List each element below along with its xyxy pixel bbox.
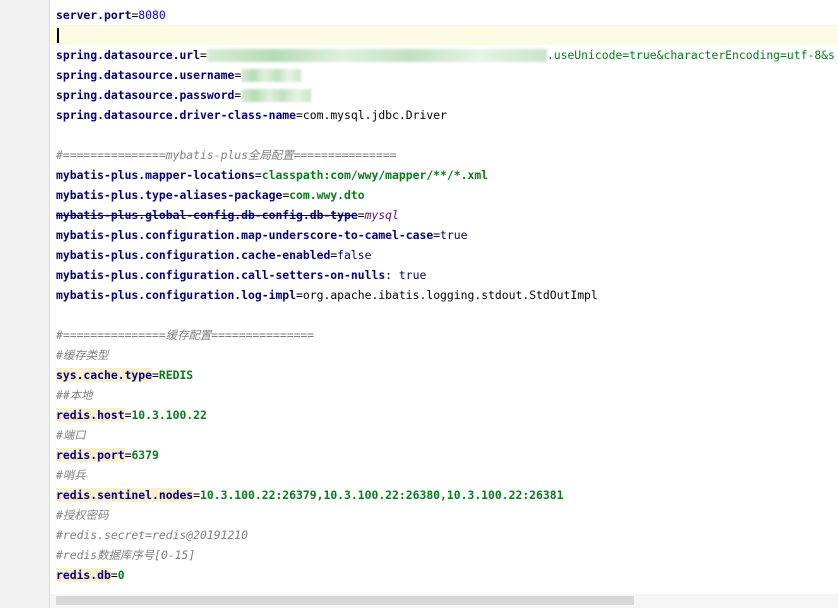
property-value: com.mysql.jdbc.Driver — [302, 108, 447, 122]
code-line[interactable]: 1 server.port=8080 — [50, 5, 838, 25]
code-line[interactable]: 19 sys.cache.type=REDIS — [50, 365, 838, 385]
code-line[interactable]: 17 #===============缓存配置=============== — [50, 325, 838, 345]
comment: #缓存类型 — [56, 348, 109, 362]
redacted-value — [241, 69, 302, 82]
property-value: 8080 — [138, 8, 166, 22]
code-line[interactable]: 23 redis.port=6379 — [50, 445, 838, 465]
code-line[interactable]: 12 mybatis-plus.configuration.map-unders… — [50, 225, 838, 245]
code-line[interactable]: 14 mybatis-plus.configuration.call-sette… — [50, 265, 838, 285]
property-key: mybatis-plus.type-aliases-package — [56, 188, 283, 202]
property-key-deprecated: mybatis-plus.global-config.db-config.db-… — [56, 208, 358, 222]
property-key: mybatis-plus.configuration.call-setters-… — [56, 268, 386, 282]
code-line[interactable]: 8 #===============mybatis-plus全局配置======… — [50, 145, 838, 165]
code-line[interactable]: 21 redis.host=10.3.100.22 — [50, 405, 838, 425]
separator: = — [110, 568, 118, 582]
separator: = — [200, 48, 207, 62]
code-line[interactable]: 13 mybatis-plus.configuration.cache-enab… — [50, 245, 838, 265]
separator: = — [296, 288, 303, 302]
property-value: 10.3.100.22 — [131, 408, 207, 422]
property-value: classpath:com/wwy/mapper/**/*.xml — [261, 168, 489, 182]
code-line[interactable]: 6 spring.datasource.driver-class-name=co… — [50, 105, 838, 125]
property-value: .useUnicode=true&characterEncoding=utf-8… — [546, 48, 835, 62]
separator: : — [385, 268, 399, 282]
comment: #端口 — [56, 428, 86, 442]
code-line[interactable]: 16 — [50, 305, 838, 325]
separator: = — [254, 168, 262, 182]
property-value: true — [440, 228, 468, 242]
separator: = — [357, 208, 365, 222]
code-line[interactable]: 10 mybatis-plus.type-aliases-package=com… — [50, 185, 838, 205]
separator: = — [193, 488, 201, 502]
property-value: 10.3.100.22:26379,10.3.100.22:26380,10.3… — [200, 488, 564, 502]
code-line[interactable]: 28 #redis数据库序号[0-15] — [50, 545, 838, 565]
code-line[interactable]: 4 spring.datasource.username= — [50, 65, 838, 85]
property-key: redis.db — [56, 568, 111, 582]
property-key: redis.port — [56, 448, 125, 462]
code-line[interactable]: 7 — [50, 125, 838, 145]
property-key: spring.datasource.driver-class-name — [56, 108, 297, 122]
code-line-current[interactable]: 2 — [50, 25, 838, 45]
property-key: spring.datasource.url — [56, 48, 201, 62]
redacted-value — [241, 89, 312, 102]
code-line[interactable]: 26 #授权密码 — [50, 505, 838, 525]
property-key: sys.cache.type — [56, 368, 153, 382]
redacted-value — [206, 49, 547, 62]
code-line[interactable]: 11 mybatis-plus.global-config.db-config.… — [50, 205, 838, 225]
property-key: mybatis-plus.mapper-locations — [56, 168, 255, 182]
text-caret — [57, 28, 59, 43]
property-key: mybatis-plus.configuration.map-underscor… — [56, 228, 434, 242]
property-value: REDIS — [158, 368, 194, 382]
property-value: true — [398, 268, 427, 282]
property-key: server.port — [56, 8, 132, 22]
code-line[interactable]: 30 — [50, 585, 838, 594]
code-line[interactable]: 25 redis.sentinel.nodes=10.3.100.22:2637… — [50, 485, 838, 505]
property-value: 6379 — [131, 448, 159, 462]
horizontal-scrollbar[interactable] — [50, 594, 838, 608]
code-line[interactable]: 24 #哨兵 — [50, 465, 838, 485]
comment: #哨兵 — [56, 468, 86, 482]
property-key: redis.sentinel.nodes — [56, 488, 194, 502]
property-key: spring.datasource.password — [56, 88, 235, 102]
property-value: mysql — [364, 208, 399, 222]
comment: #===============mybatis-plus全局配置========… — [56, 148, 397, 162]
code-line[interactable]: 20 ##本地 — [50, 385, 838, 405]
property-key: mybatis-plus.configuration.cache-enabled — [56, 248, 331, 262]
comment: #===============缓存配置=============== — [56, 328, 315, 342]
code-line[interactable]: 9 mybatis-plus.mapper-locations=classpat… — [50, 165, 838, 185]
comment: #redis数据库序号[0-15] — [56, 548, 196, 562]
code-line[interactable]: 27 #redis.secret=redis@20191210 — [50, 525, 838, 545]
comment: ##本地 — [56, 388, 93, 402]
horizontal-scrollbar-thumb[interactable] — [56, 596, 634, 605]
separator: = — [234, 88, 242, 102]
code-editor[interactable]: 1 server.port=8080 2 3 spring.datasource… — [50, 0, 838, 594]
code-line[interactable]: 5 spring.datasource.password= — [50, 85, 838, 105]
code-line[interactable]: 15 mybatis-plus.configuration.log-impl=o… — [50, 285, 838, 305]
property-key: mybatis-plus.configuration.log-impl — [56, 288, 297, 302]
code-line[interactable]: 18 #缓存类型 — [50, 345, 838, 365]
separator: = — [152, 368, 159, 382]
code-line[interactable]: 29 redis.db=0 — [50, 565, 838, 585]
property-key: spring.datasource.username — [56, 68, 235, 82]
property-key: redis.host — [56, 408, 125, 422]
property-value: false — [337, 248, 372, 262]
separator: = — [296, 108, 303, 122]
separator: = — [234, 68, 242, 82]
code-line[interactable]: 22 #端口 — [50, 425, 838, 445]
property-value: 0 — [117, 568, 125, 582]
property-value: org.apache.ibatis.logging.stdout.StdOutI… — [302, 288, 598, 302]
comment: #redis.secret=redis@20191210 — [56, 528, 249, 542]
code-line[interactable]: 3 spring.datasource.url=.useUnicode=true… — [50, 45, 838, 65]
property-value: com.wwy.dto — [289, 188, 365, 202]
line-number-gutter — [0, 0, 50, 608]
comment: #授权密码 — [56, 508, 109, 522]
